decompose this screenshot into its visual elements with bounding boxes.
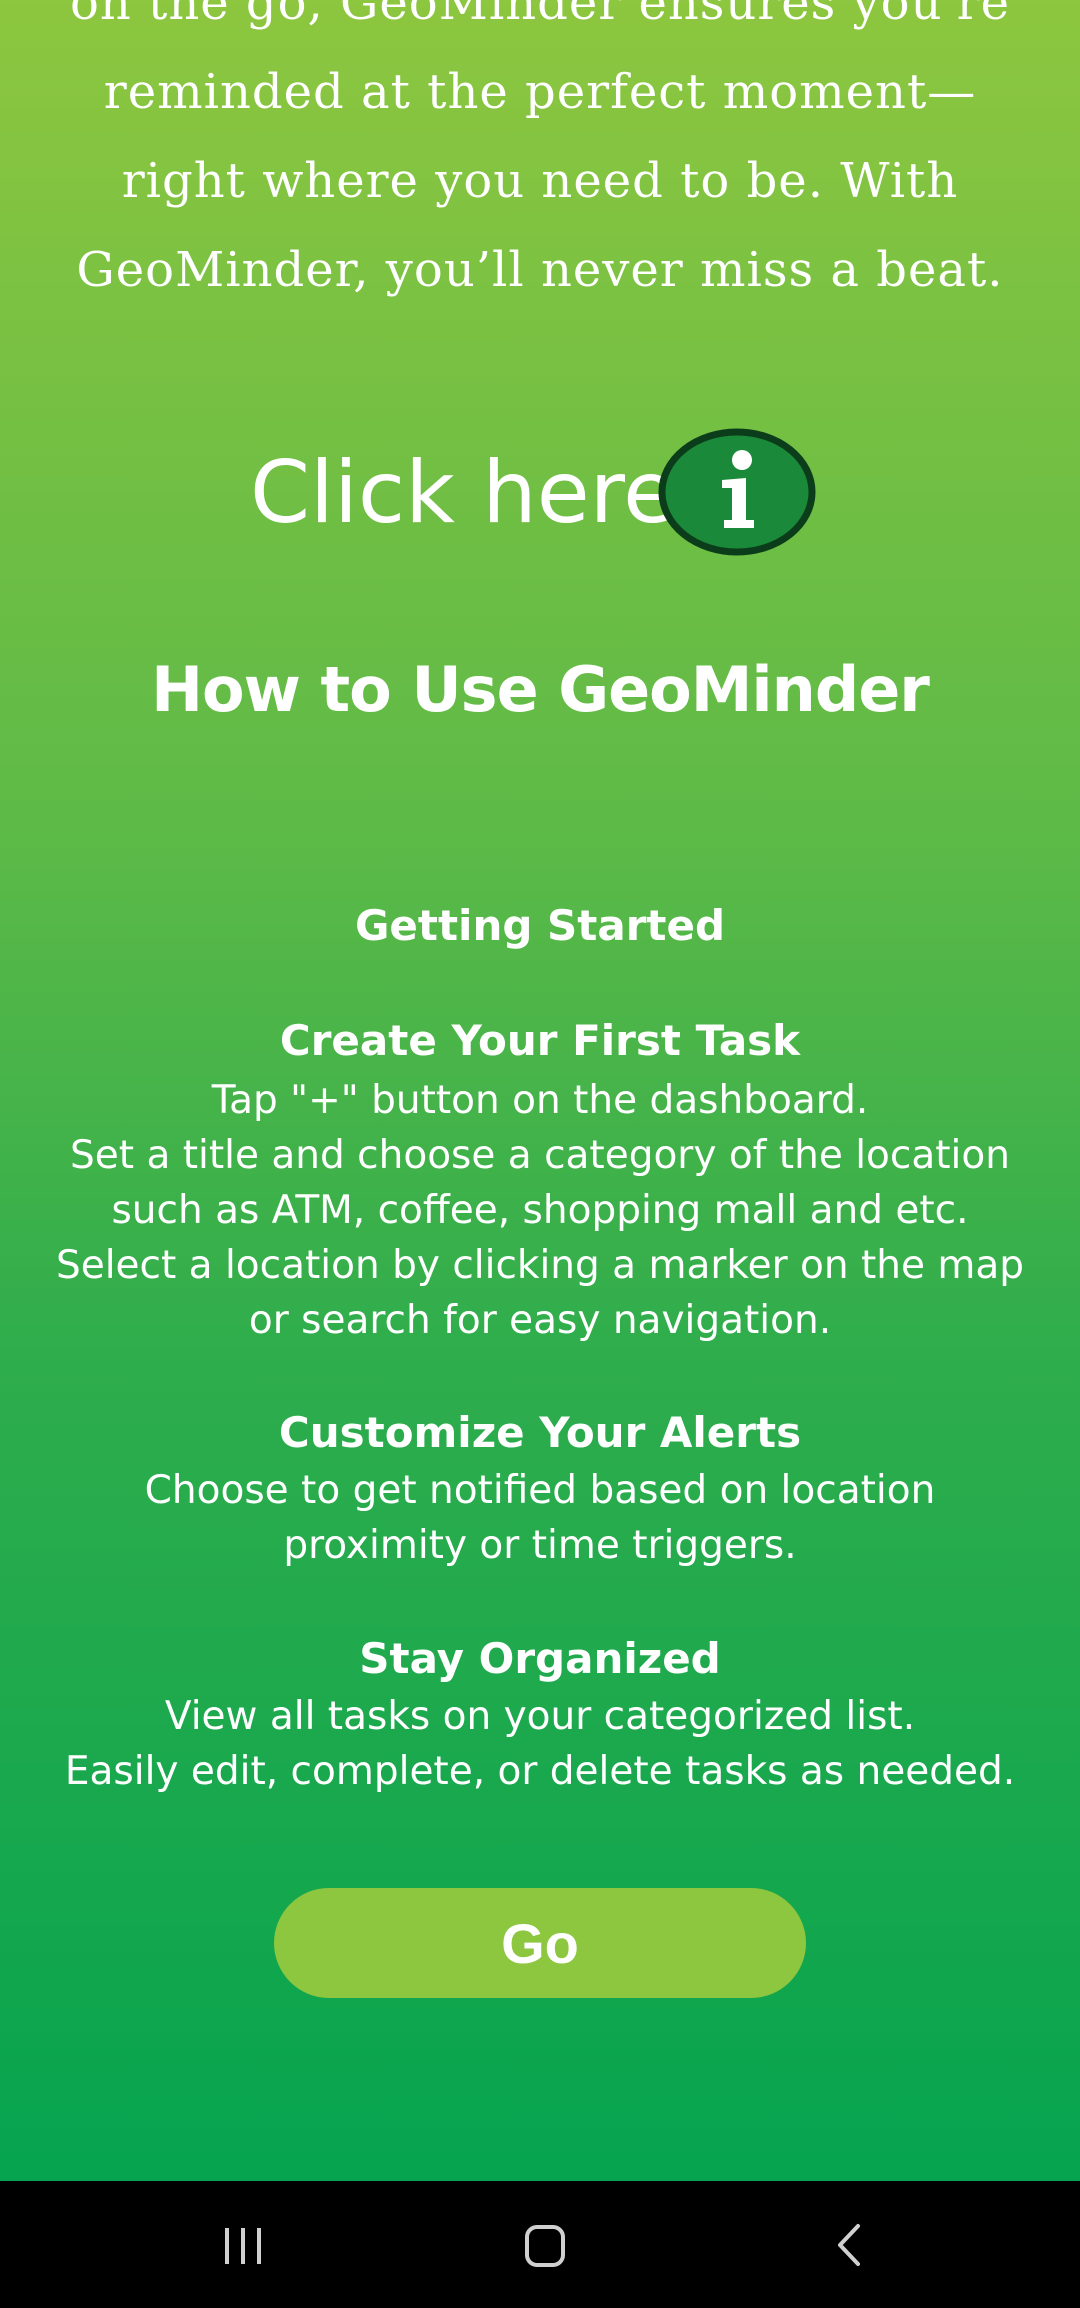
intro-line: right where you need to be. With (121, 153, 959, 209)
intro-line: reminded at the perfect moment— (103, 64, 977, 120)
intro-line: on the go, GeoMinder ensures you're (69, 0, 1011, 31)
click-here-row[interactable]: Click here (0, 425, 1080, 560)
section-line: Choose to get notified based on location (144, 1468, 936, 1513)
guide-screen: on the go, GeoMinder ensures you're remi… (0, 0, 1080, 2181)
section-line: such as ATM, coffee, shopping mall and e… (111, 1188, 969, 1233)
section-line: or search for easy navigation. (248, 1298, 832, 1343)
section-line: Easily edit, complete, or delete tasks a… (64, 1749, 1016, 1794)
go-button[interactable]: Go (274, 1888, 806, 1998)
intro-line: GeoMinder, you’ll never miss a beat. (76, 242, 1004, 298)
section-line: Select a location by clicking a marker o… (55, 1243, 1025, 1288)
section-title: Create Your First Task (279, 1016, 801, 1065)
section-title: Stay Organized (359, 1634, 721, 1683)
home-icon[interactable] (475, 2181, 615, 2308)
system-navigation-bar (0, 2181, 1080, 2308)
click-here-label[interactable]: Click here (250, 443, 676, 543)
section-line: proximity or time triggers. (283, 1523, 797, 1568)
recent-apps-icon[interactable] (173, 2181, 313, 2308)
section-title: Customize Your Alerts (278, 1408, 802, 1457)
info-icon[interactable] (658, 428, 816, 556)
section-line: View all tasks on your categorized list. (164, 1694, 916, 1739)
back-icon[interactable] (778, 2181, 918, 2308)
section-line: Tap "+" button on the dashboard. (211, 1078, 869, 1123)
how-to-use-title: How to Use GeoMinder (151, 653, 930, 726)
section-line: Set a title and choose a category of the… (70, 1133, 1010, 1178)
getting-started-heading: Getting Started (354, 901, 726, 950)
